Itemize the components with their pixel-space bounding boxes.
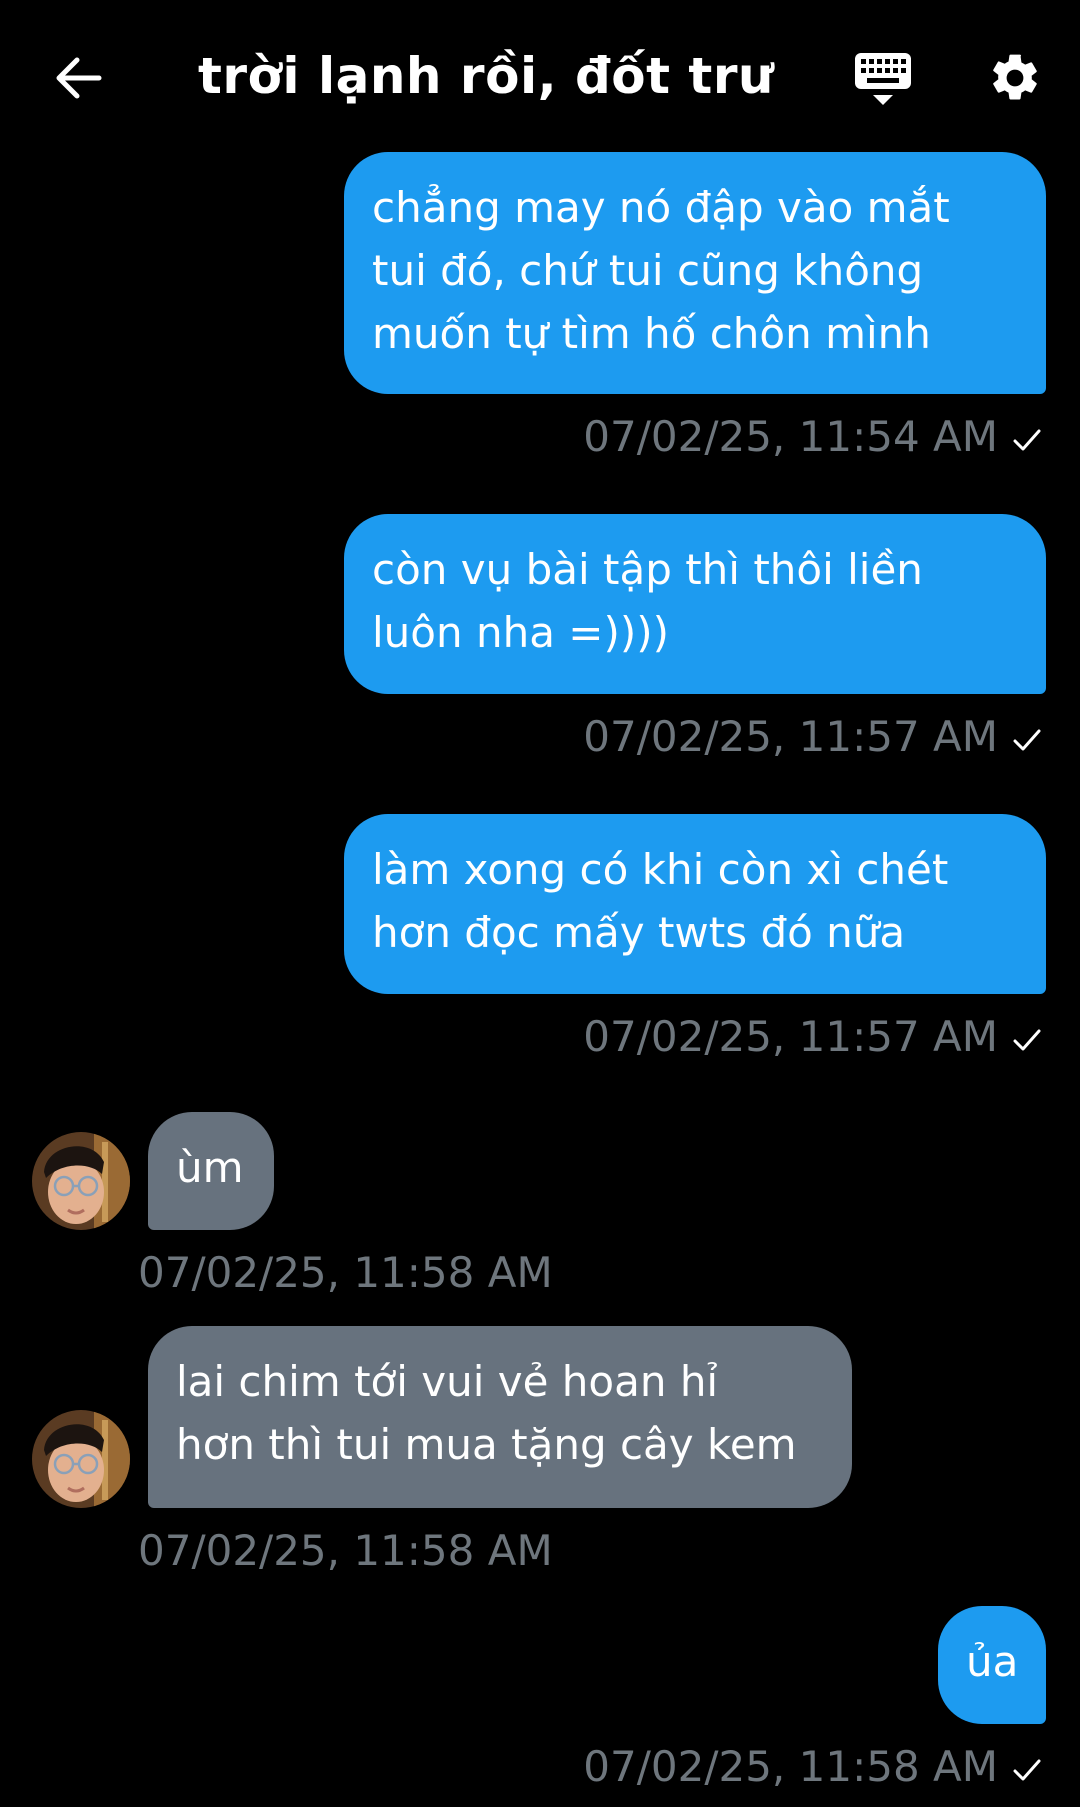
message-text: hơn thì tui mua tặng cây kem (176, 1420, 797, 1469)
check-icon (1013, 1029, 1041, 1050)
message-text: ủa (966, 1637, 1019, 1686)
keyboard-icon (855, 53, 911, 105)
avatar-photo (32, 1132, 130, 1230)
arrow-left-icon (56, 57, 102, 99)
timestamp-text: 07/02/25, 11:54 AM (583, 412, 998, 461)
message-timestamp: 07/02/25, 11:58 AM (138, 1248, 553, 1298)
message-bubble-outgoing[interactable]: ủa (938, 1606, 1046, 1724)
timestamp-text: 07/02/25, 11:57 AM (583, 712, 998, 761)
message-text: hơn đọc mấy twts đó nữa (372, 908, 906, 957)
message-bubble-outgoing[interactable]: chẳng may nó đập vào mắt tui đó, chứ tui… (344, 152, 1046, 394)
back-button[interactable] (48, 48, 108, 108)
message-timestamp: 07/02/25, 11:57 AM (583, 1012, 1042, 1062)
message-text: làm xong có khi còn xì chét (372, 845, 949, 894)
conversation-title[interactable]: trời lạnh rồi, đốt trư... (198, 40, 778, 112)
timestamp-text: 07/02/25, 11:58 AM (138, 1248, 553, 1297)
timestamp-text: 07/02/25, 11:58 AM (138, 1526, 553, 1575)
timestamp-text: 07/02/25, 11:58 AM (583, 1742, 998, 1791)
check-icon (1013, 1759, 1041, 1780)
avatar[interactable] (32, 1410, 130, 1508)
check-icon (1013, 429, 1041, 450)
message-text: lai chim tới vui vẻ hoan hỉ (176, 1357, 719, 1406)
message-timestamp: 07/02/25, 11:57 AM (583, 712, 1042, 762)
message-bubble-outgoing[interactable]: còn vụ bài tập thì thôi liền luôn nha =)… (344, 514, 1046, 694)
settings-button[interactable] (980, 45, 1050, 111)
message-timestamp: 07/02/25, 11:58 AM (583, 1742, 1042, 1792)
message-text: muốn tự tìm hố chôn mình (372, 309, 931, 358)
message-text: còn vụ bài tập thì thôi liền (372, 545, 923, 594)
message-text: chẳng may nó đập vào mắt (372, 183, 950, 232)
message-text: luôn nha =)))) (372, 608, 670, 657)
check-icon (1013, 729, 1041, 750)
gear-icon (993, 54, 1037, 100)
message-text: ùm (176, 1143, 244, 1192)
avatar-photo (32, 1410, 130, 1508)
timestamp-text: 07/02/25, 11:57 AM (583, 1012, 998, 1061)
message-text: tui đó, chứ tui cũng không (372, 246, 924, 295)
avatar[interactable] (32, 1132, 130, 1230)
conversation-header: trời lạnh rồi, đốt trư... (0, 0, 1080, 150)
message-bubble-outgoing[interactable]: làm xong có khi còn xì chét hơn đọc mấy … (344, 814, 1046, 994)
keyboard-button[interactable] (848, 45, 918, 115)
message-bubble-incoming[interactable]: lai chim tới vui vẻ hoan hỉ hơn thì tui … (148, 1326, 852, 1508)
message-timestamp: 07/02/25, 11:54 AM (583, 412, 1042, 462)
message-bubble-incoming[interactable]: ùm (148, 1112, 274, 1230)
message-timestamp: 07/02/25, 11:58 AM (138, 1526, 553, 1576)
